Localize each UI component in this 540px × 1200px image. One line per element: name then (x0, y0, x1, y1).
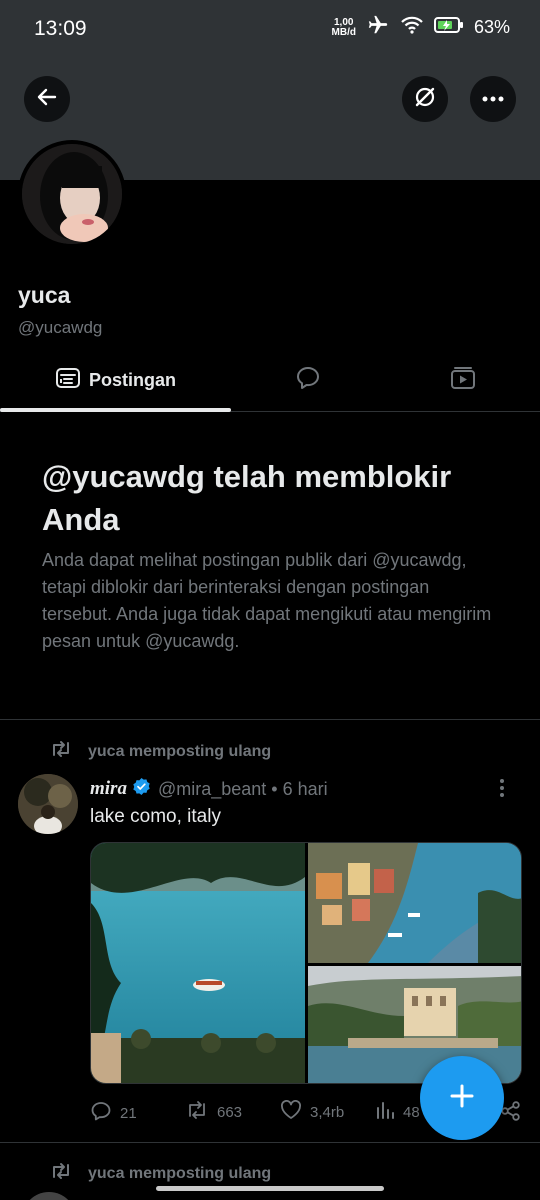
profile-avatar[interactable] (18, 140, 126, 248)
repost-indicator[interactable]: yuca memposting ulang (50, 740, 271, 763)
status-icons: 1,00 MB/d 63% (332, 14, 510, 41)
lake-view-photo (91, 843, 305, 1083)
post-author-handle[interactable]: @mira_beant (158, 779, 266, 800)
grok-icon (412, 84, 438, 115)
repost-indicator[interactable]: yuca memposting ulang (50, 1162, 271, 1185)
post-author-avatar[interactable] (18, 774, 78, 834)
section-divider (0, 719, 540, 720)
repost-count: 663 (217, 1103, 243, 1121)
post-author-name[interactable]: mira (90, 778, 127, 800)
reply-icon (90, 1100, 112, 1126)
next-post-avatar[interactable] (22, 1192, 76, 1200)
post-timestamp[interactable]: 6 hari (283, 779, 328, 800)
more-options-button[interactable] (470, 76, 516, 122)
arrow-left-icon (35, 85, 59, 114)
blocked-notice: @yucawdg telah memblokir Anda Anda dapat… (42, 455, 502, 655)
plus-icon (447, 1081, 477, 1116)
status-time: 13:09 (34, 17, 87, 40)
profile-name: yuca (18, 282, 71, 308)
repost-label: yuca memposting ulang (88, 1164, 272, 1182)
analytics-icon (375, 1100, 395, 1124)
post-text: lake como, italy (90, 806, 221, 827)
wifi-icon (400, 15, 424, 40)
like-count: 3,4rb (310, 1103, 345, 1121)
reply-count: 21 (120, 1104, 137, 1122)
repost-icon (185, 1100, 209, 1124)
repost-icon (50, 740, 72, 763)
post-more-button[interactable] (498, 778, 506, 803)
battery-icon (433, 16, 464, 39)
back-button[interactable] (24, 76, 70, 122)
post-header: mira @mira_beant • 6 hari (90, 777, 328, 801)
post-image-1[interactable] (91, 843, 305, 1083)
avatar-photo (22, 144, 122, 244)
verified-badge-icon (132, 777, 151, 801)
repost-label: yuca memposting ulang (88, 742, 272, 760)
tab-media[interactable] (385, 350, 540, 410)
profile-handle: @yucawdg (18, 318, 103, 337)
status-bar: 13:09 1,00 MB/d 63% (0, 0, 540, 60)
compose-post-button[interactable] (420, 1056, 504, 1140)
heart-icon (280, 1100, 302, 1124)
more-horizontal-icon (481, 90, 505, 108)
tab-posts[interactable]: Postingan (0, 350, 231, 410)
views-button[interactable]: 48 (375, 1100, 420, 1124)
lakeside-town-photo (308, 843, 521, 963)
tab-posts-label: Postingan (88, 369, 176, 390)
airplane-mode-icon (366, 14, 390, 41)
blocked-description: Anda dapat melihat postingan publik dari… (42, 550, 492, 651)
view-count: 48 (403, 1103, 420, 1121)
author-avatar-photo (18, 774, 78, 834)
battery-percent: 63% (473, 17, 510, 37)
post-divider (0, 1142, 540, 1143)
blocked-title: @yucawdg telah memblokir Anda (42, 459, 452, 537)
active-tab-indicator (0, 408, 231, 412)
post-image-2[interactable] (308, 843, 521, 963)
navigation-gesture-bar[interactable] (156, 1186, 384, 1191)
grok-button[interactable] (402, 76, 448, 122)
post-media-grid (90, 842, 522, 1084)
profile-tabs: Postingan (0, 350, 540, 412)
like-button[interactable]: 3,4rb (280, 1100, 344, 1124)
reply-button[interactable]: 21 (90, 1100, 137, 1126)
network-speed: 1,00 MB/d (331, 16, 356, 38)
tab-replies[interactable] (231, 350, 385, 410)
more-vertical-icon (498, 779, 506, 802)
repost-button[interactable]: 663 (185, 1100, 242, 1124)
repost-icon (50, 1162, 72, 1185)
replies-icon (295, 365, 321, 396)
media-icon (450, 366, 476, 395)
posts-icon (55, 366, 81, 395)
separator-dot: • (271, 778, 278, 799)
